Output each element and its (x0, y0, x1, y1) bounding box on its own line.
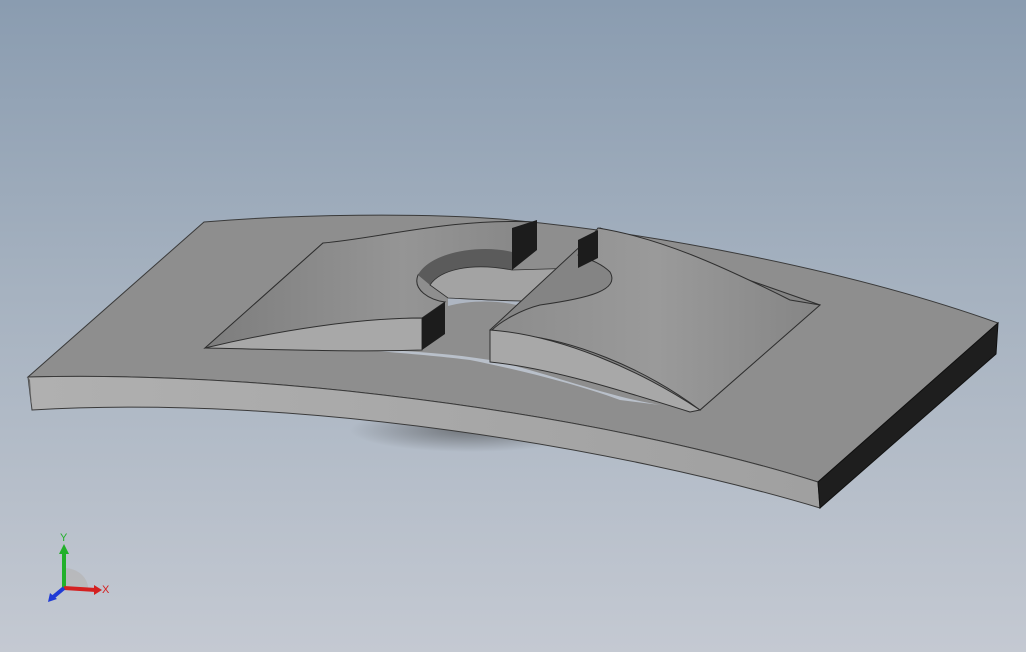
triad-x-arrowhead (94, 585, 102, 595)
3d-part-model[interactable] (0, 0, 1026, 652)
triad-plane-wedge (64, 568, 88, 588)
graphics-viewport[interactable]: Y X (0, 0, 1026, 652)
triad-x-axis (63, 586, 97, 592)
triad-y-label: Y (60, 532, 68, 544)
orientation-triad[interactable]: Y X (38, 530, 118, 610)
triad-x-label: X (102, 584, 110, 596)
triad-y-arrowhead (59, 544, 69, 554)
